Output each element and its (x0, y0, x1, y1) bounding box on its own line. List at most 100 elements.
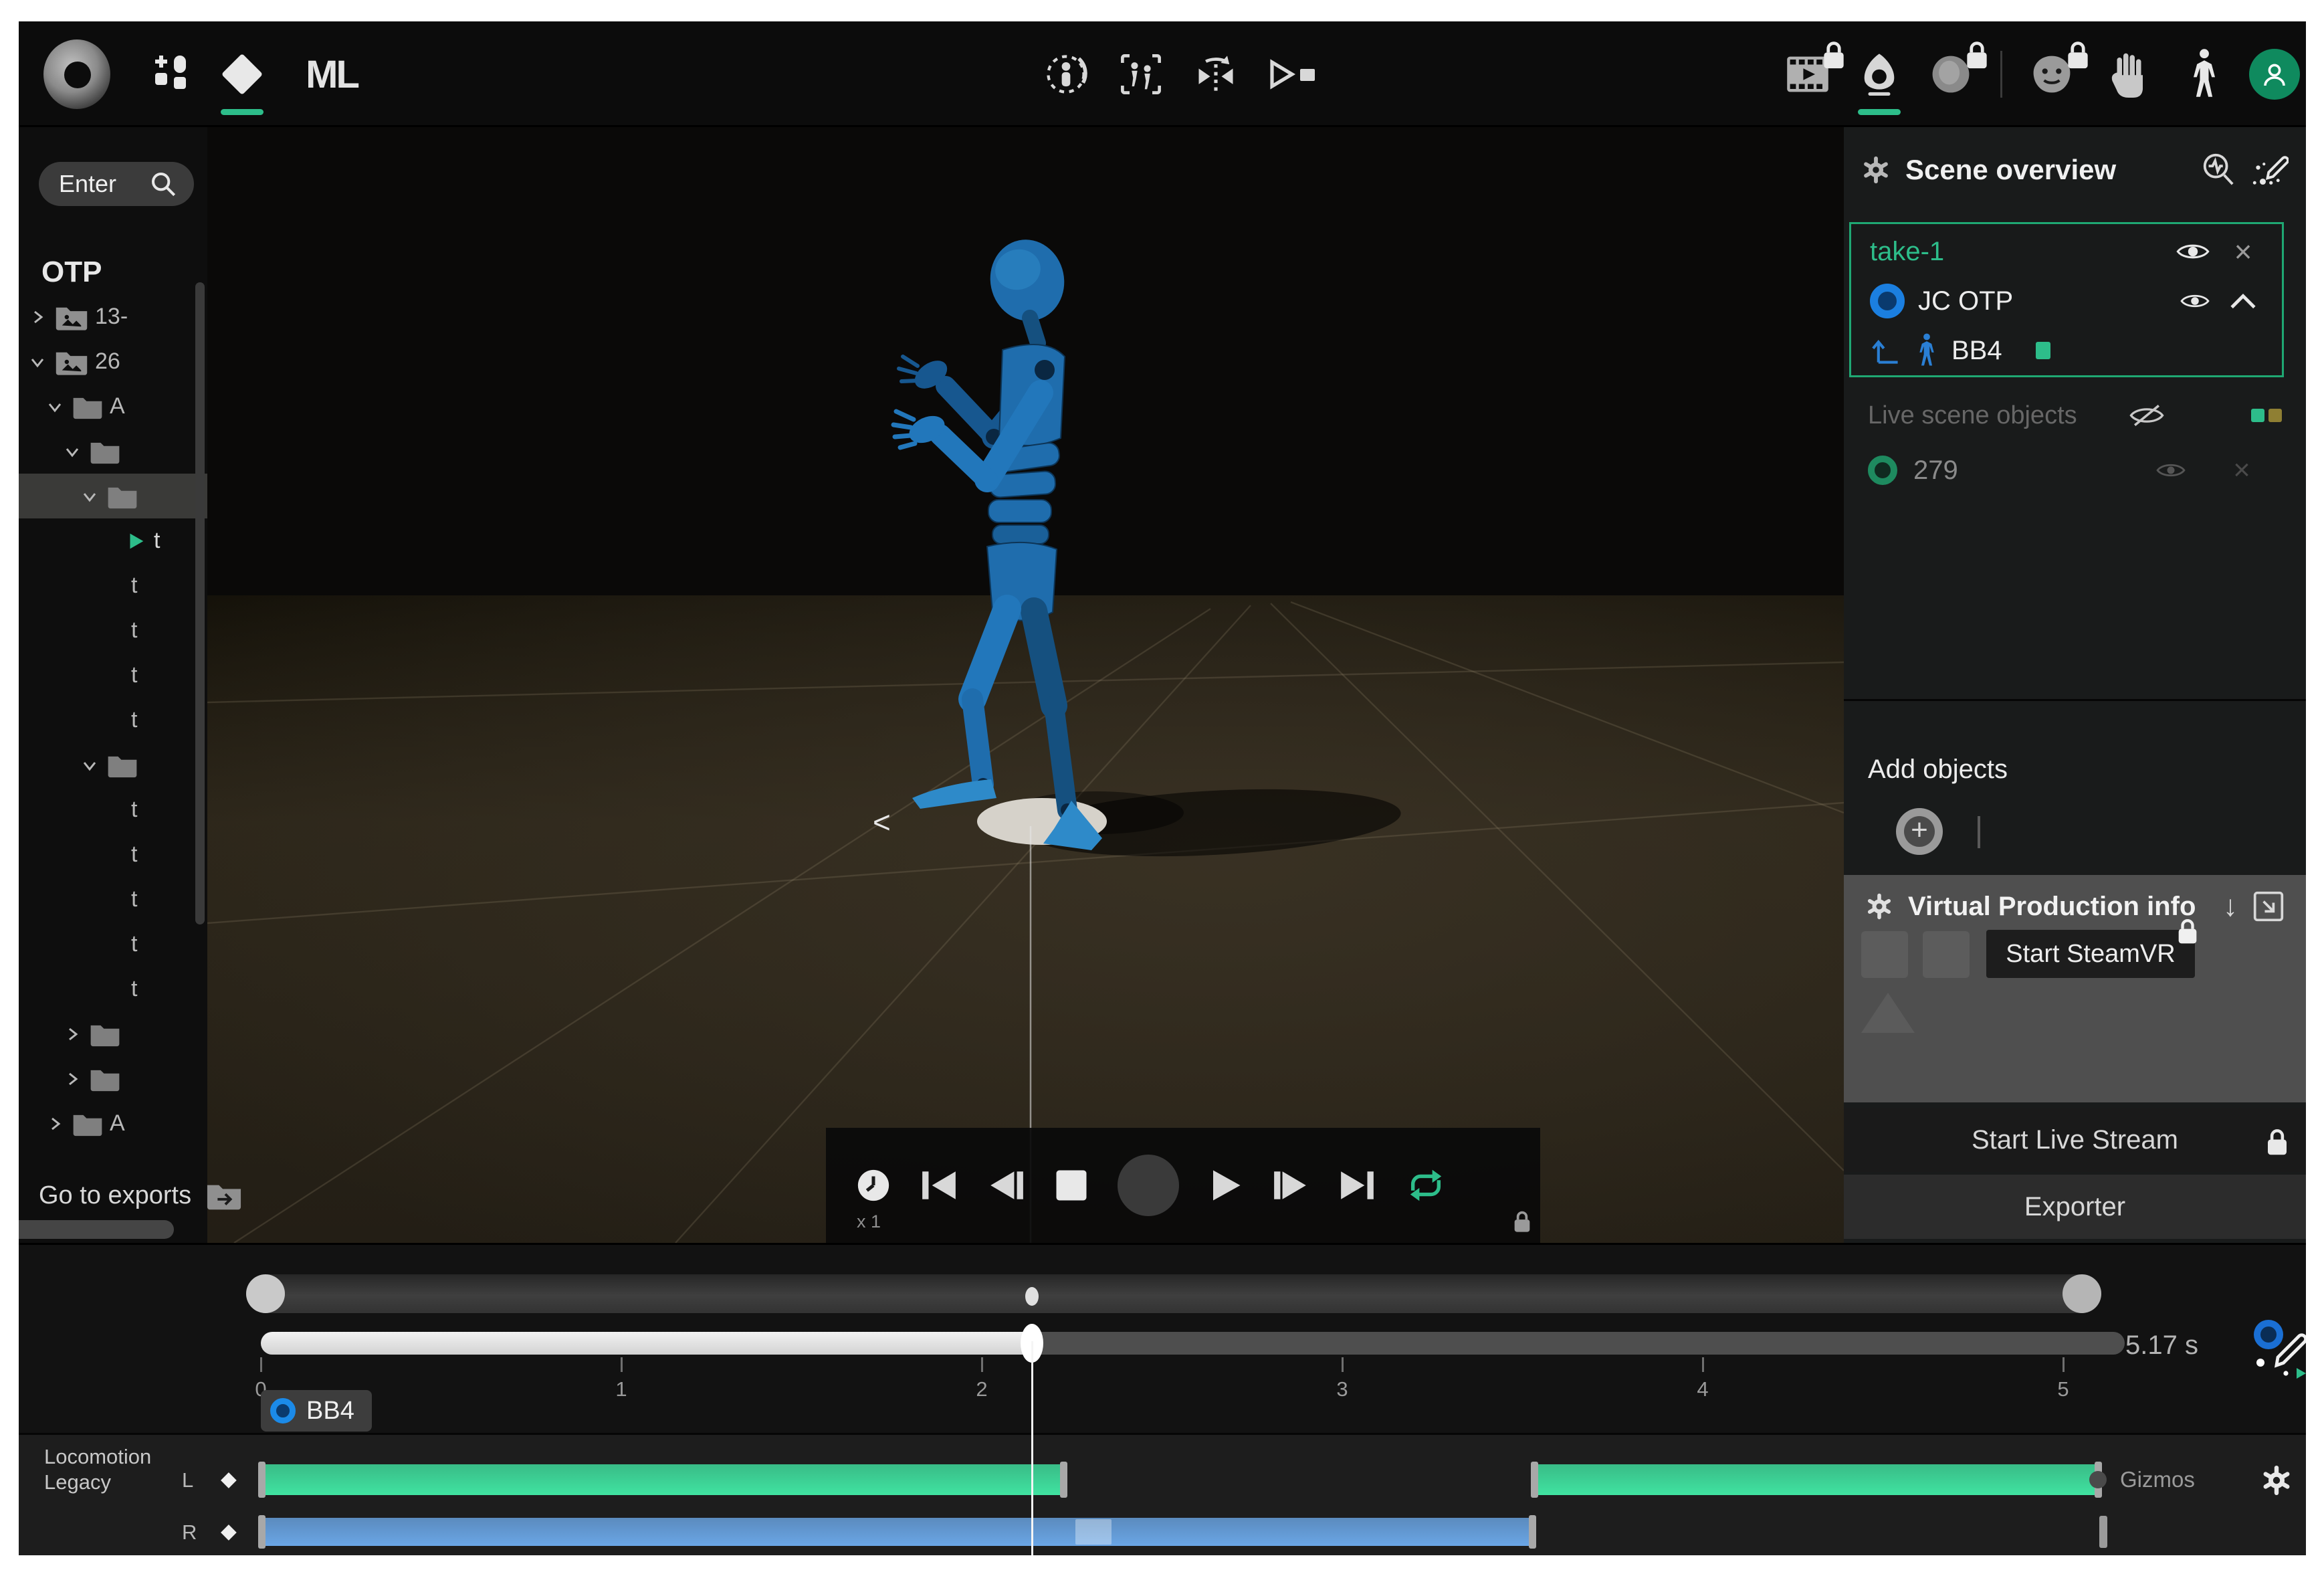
play-button[interactable] (1207, 1167, 1243, 1203)
close-take-icon[interactable]: × (2223, 236, 2263, 267)
add-object-button[interactable]: + (1896, 808, 1943, 855)
track-lane-l[interactable] (19, 1464, 2306, 1495)
device-row[interactable]: JC OTP (1851, 276, 2282, 326)
start-steamvr-button[interactable]: Start SteamVR (1986, 930, 2195, 978)
gizmos-toggle[interactable]: Gizmos (2089, 1467, 2195, 1492)
expand-icon[interactable] (2252, 890, 2285, 922)
tree-item[interactable]: t (19, 563, 207, 608)
close-dim-icon[interactable]: × (2202, 456, 2282, 485)
timeline-clip-chip[interactable]: BB4 (261, 1390, 372, 1432)
steamvr-label: Start SteamVR (2006, 940, 2175, 969)
timeline-track-played[interactable] (261, 1332, 1032, 1355)
tree-item[interactable] (19, 743, 207, 787)
scene-object-row[interactable]: 279 × (1844, 447, 2306, 494)
step-forward-button[interactable] (1271, 1167, 1310, 1203)
tree-item[interactable]: t (19, 518, 207, 563)
track-segment-l[interactable] (261, 1464, 1065, 1495)
image-folder-icon (55, 304, 88, 330)
stop-button[interactable] (1053, 1167, 1089, 1203)
visibility-eye-icon[interactable] (2176, 241, 2210, 262)
tree-chevron[interactable] (63, 442, 83, 461)
app-logo[interactable] (40, 21, 114, 127)
preview-camera-button[interactable] (1265, 21, 1322, 127)
reset-orientation-button[interactable] (1190, 21, 1241, 127)
playback-speed-button[interactable]: x 1 (855, 1167, 891, 1203)
tree-item[interactable]: t (19, 653, 207, 698)
visibility-off-icon[interactable] (2129, 403, 2164, 427)
tree-item[interactable]: 13- (19, 294, 207, 339)
record-button[interactable] (1118, 1155, 1179, 1216)
range-end-handle[interactable] (2063, 1274, 2101, 1313)
tree-item[interactable]: t (19, 922, 207, 967)
track-segment-r[interactable] (261, 1518, 1534, 1546)
actors-frame-button[interactable] (1116, 21, 1166, 127)
tree-chevron[interactable] (28, 353, 48, 371)
tree-item[interactable]: t (19, 608, 207, 653)
tree-item[interactable] (19, 1011, 207, 1056)
playhead-line[interactable] (1031, 1341, 1033, 1555)
tab-live-active[interactable] (214, 21, 270, 127)
full-body-button[interactable] (2180, 21, 2228, 127)
apps-grid-button[interactable] (150, 21, 193, 127)
timeline-edit-tool[interactable] (2246, 1314, 2306, 1381)
loop-toggle-button[interactable] (1405, 1166, 1447, 1205)
search-input[interactable]: Enter (39, 162, 194, 206)
tree-chevron[interactable] (63, 1025, 83, 1044)
pulse-search-icon[interactable] (2200, 152, 2236, 188)
exporter-button[interactable]: Exporter (1844, 1175, 2306, 1239)
take-row[interactable]: take-1 × (1851, 227, 2282, 276)
tree-chevron[interactable] (63, 1070, 83, 1088)
mocap-suit-tab-active[interactable] (1853, 21, 1906, 127)
segment-end-marker[interactable] (2099, 1516, 2107, 1548)
tree-item[interactable] (19, 1056, 207, 1101)
skip-to-start-button[interactable] (920, 1167, 958, 1203)
face-capture-locked-button[interactable] (2025, 21, 2079, 127)
track-settings-button[interactable] (2260, 1464, 2293, 1500)
tree-item[interactable]: 26 (19, 339, 207, 384)
start-live-stream-button[interactable]: Start Live Stream (1844, 1108, 2306, 1172)
tree-chevron[interactable] (45, 397, 66, 416)
tree-chevron[interactable] (80, 487, 100, 506)
prop-locked-button[interactable] (1924, 21, 1978, 127)
tree-chevron[interactable] (45, 1114, 66, 1133)
chevron-up-icon[interactable] (2223, 291, 2263, 311)
viewport-3d[interactable]: < (207, 127, 1844, 1243)
tree-chevron[interactable] (80, 756, 100, 775)
download-arrow-icon[interactable]: ↓ (2223, 890, 2238, 923)
tree-item[interactable] (19, 429, 207, 474)
visibility-eye-dim-icon[interactable] (2156, 461, 2186, 480)
tree-item[interactable]: t (19, 877, 207, 922)
tree-item[interactable]: A (19, 1101, 207, 1146)
video-locked-button[interactable] (1781, 21, 1834, 127)
visibility-eye-icon[interactable] (2180, 291, 2210, 311)
tree-item[interactable] (19, 474, 207, 518)
step-back-button[interactable] (986, 1167, 1025, 1203)
tree-item[interactable]: t (19, 967, 207, 1011)
range-start-handle[interactable] (246, 1274, 285, 1313)
horizontal-scrollbar[interactable] (19, 1220, 174, 1239)
tick-mark (981, 1357, 983, 1372)
exports-folder-icon (206, 1181, 242, 1210)
tree-item[interactable]: t (19, 698, 207, 743)
magic-edit-icon[interactable] (2251, 151, 2289, 189)
object-name: 279 (1913, 456, 2140, 486)
app-window: ML (19, 21, 2306, 1555)
person-rotate-icon (1043, 52, 1089, 97)
tree-item-label: 26 (95, 349, 120, 375)
live-scene-objects-row[interactable]: Live scene objects (1844, 393, 2306, 437)
skip-to-end-button[interactable] (1338, 1167, 1377, 1203)
track-segment-l[interactable] (1534, 1464, 2099, 1495)
tree-item[interactable]: t (19, 832, 207, 877)
actor-row[interactable]: BB4 (1851, 326, 2282, 375)
tree-item[interactable]: A (19, 384, 207, 429)
account-avatar-button[interactable] (2247, 21, 2302, 127)
track-lane-r[interactable] (19, 1518, 2306, 1546)
tree-item[interactable]: t (19, 787, 207, 832)
timeline-range-slider[interactable] (246, 1274, 2101, 1313)
go-to-exports-button[interactable]: Go to exports (39, 1174, 242, 1217)
ml-logo-button[interactable]: ML (292, 21, 372, 127)
tree-chevron[interactable] (28, 308, 48, 326)
calibrate-button[interactable] (1041, 21, 1091, 127)
gloves-button[interactable] (2103, 21, 2156, 127)
tree-scrollbar[interactable] (195, 282, 205, 924)
